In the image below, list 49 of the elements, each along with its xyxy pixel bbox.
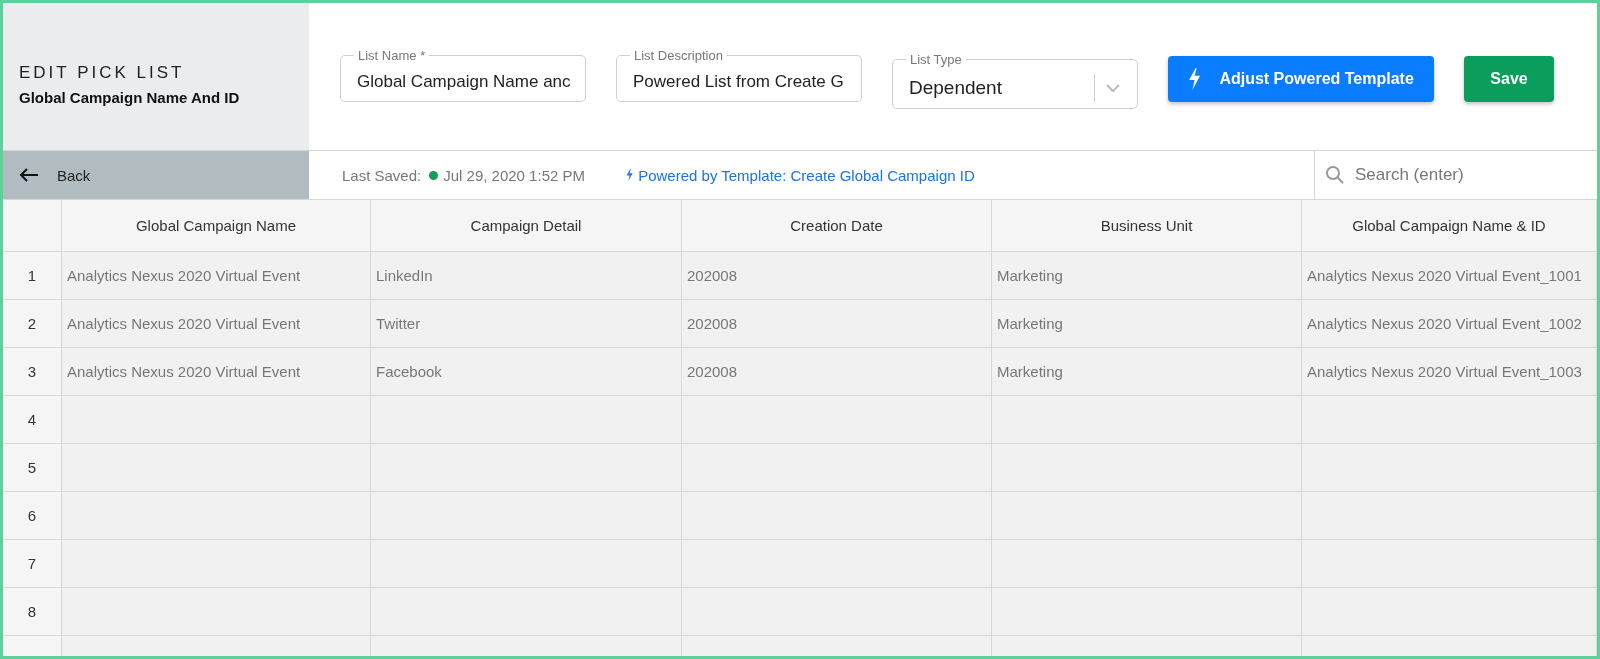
field-label: List Type (909, 52, 963, 67)
table-cell: Analytics Nexus 2020 Virtual Event_1003 (1302, 348, 1597, 396)
field-value: Dependent (909, 76, 1003, 99)
column-header: Campaign Detail (371, 200, 682, 252)
row-number: 6 (3, 492, 62, 540)
adjust-template-button[interactable]: Adjust Powered Template (1168, 55, 1434, 102)
powered-template-link[interactable]: Powered by Template: Create Global Campaign ID (626, 166, 975, 184)
field-label: List Description (633, 47, 724, 63)
table-cell: 202008 (682, 300, 992, 348)
row-number: 8 (3, 588, 62, 636)
table-cell: Marketing (992, 348, 1302, 396)
table-cell: 202008 (682, 252, 992, 300)
last-saved-time: Jul 29, 2020 1:52 PM (443, 166, 585, 184)
last-saved-label: Last Saved: (342, 166, 422, 184)
row-number: 1 (3, 252, 62, 300)
row-number: 2 (3, 300, 62, 348)
row-number: 7 (3, 540, 62, 588)
save-button[interactable]: Save (1464, 55, 1554, 102)
row-number: 3 (3, 348, 62, 396)
row-number: 4 (3, 396, 62, 444)
select-field[interactable]: List Type Dependent (892, 52, 1138, 109)
lightning-bolt-icon (1188, 67, 1202, 90)
table-cell: Facebook (371, 348, 682, 396)
table-cell: Analytics Nexus 2020 Virtual Event_1001 (1302, 252, 1597, 300)
table-cell: 202008 (682, 348, 992, 396)
status-dot (429, 170, 439, 180)
chevron-down-icon (1105, 82, 1121, 93)
page-eyebrow: EDIT PICK LIST (19, 63, 186, 83)
page-title: Global Campaign Name And ID (19, 89, 241, 106)
field-value: Global Campaign Name anc (357, 71, 571, 92)
column-header: Business Unit (992, 200, 1302, 252)
table-cell: Marketing (992, 252, 1302, 300)
table-cell: Analytics Nexus 2020 Virtual Event (62, 348, 371, 396)
field-label: List Name * (357, 47, 427, 63)
table-cell: Analytics Nexus 2020 Virtual Event (62, 252, 371, 300)
column-header: Global Campaign Name & ID (1302, 200, 1597, 252)
table-cell: Analytics Nexus 2020 Virtual Event_1002 (1302, 300, 1597, 348)
lightning-bolt-icon (626, 169, 634, 181)
table-cell: Marketing (992, 300, 1302, 348)
table-cell: Twitter (371, 300, 682, 348)
back-button[interactable]: Back (3, 151, 309, 199)
table-cell: LinkedIn (371, 252, 682, 300)
table-cell: Analytics Nexus 2020 Virtual Event (62, 300, 371, 348)
back-arrow-icon (19, 168, 39, 182)
search-icon (1325, 165, 1345, 185)
row-number: 5 (3, 444, 62, 492)
column-header: Global Campaign Name (62, 200, 371, 252)
field-value: Powered List from Create G (633, 71, 845, 92)
column-header: Creation Date (682, 200, 992, 252)
